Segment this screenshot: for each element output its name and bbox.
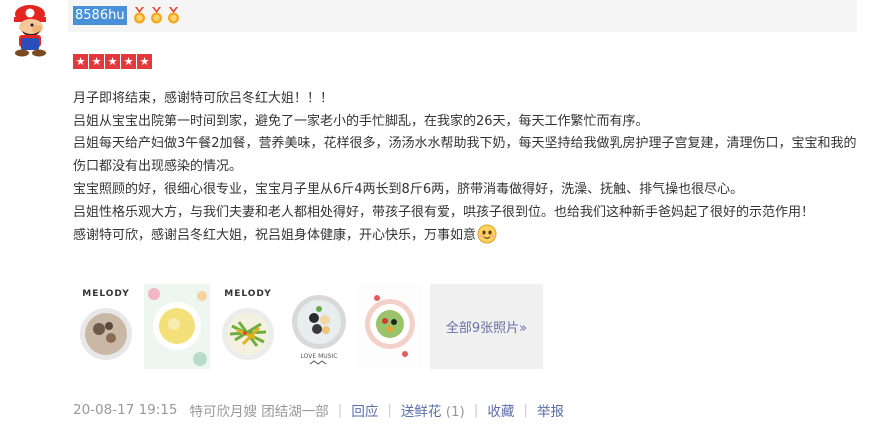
review-paragraph: 月子即将结束，感谢特可欣吕冬红大姐！！！ [73, 91, 334, 106]
review-paragraph: 吕姐每天给产妇做3午餐2加餐，营养美味，花样很多，汤汤水水帮助我下奶，每天坚持给… [73, 136, 857, 175]
review-text: 月子即将结束，感谢特可欣吕冬红大姐！！！ 吕姐从宝宝出院第一时间到家，避免了一家… [73, 88, 863, 248]
star-icon: ★ [73, 54, 88, 69]
divider: | [523, 402, 528, 418]
star-icon: ★ [105, 54, 120, 69]
flowers-count: (1) [445, 404, 465, 420]
photo-thumbnail[interactable]: LOVE MUSIC [286, 284, 352, 369]
smile-emoji-icon [477, 224, 497, 244]
photo-gallery: MELODY MELODY LOVE MUSIC 全部9张照片» [73, 284, 543, 369]
star-rating: ★ ★ ★ ★ ★ [73, 54, 152, 69]
send-flowers-label: 送鲜花 [400, 404, 442, 420]
star-icon: ★ [121, 54, 136, 69]
photo-label: MELODY [82, 289, 130, 299]
review-paragraph: 吕姐性格乐观大方，与我们夫妻和老人都相处得好，带孩子很有爱，哄孩子很到位。也给我… [73, 204, 815, 220]
photo-thumbnail[interactable]: MELODY [215, 284, 281, 369]
username[interactable]: 8586hu [73, 6, 127, 25]
mario-avatar-icon [9, 5, 51, 57]
review-header: 8586hu [68, 0, 857, 32]
medal-icon [168, 7, 179, 24]
favorite-button[interactable]: 收藏 [487, 400, 514, 420]
reply-button[interactable]: 回应 [351, 400, 378, 420]
vegetables-photo-icon: MELODY [215, 284, 281, 369]
report-button[interactable]: 举报 [537, 400, 564, 420]
soup-photo-icon: MELODY [73, 284, 139, 369]
photo-label: LOVE MUSIC [301, 353, 338, 360]
photo-thumbnail[interactable]: MELODY [73, 284, 139, 369]
dumplings-photo-icon: LOVE MUSIC [286, 284, 352, 369]
medal-icon [134, 7, 145, 24]
divider: | [337, 402, 343, 418]
medal-group [132, 7, 181, 24]
review-paragraph: 感谢特可欣，感谢吕冬红大姐，祝吕姐身体健康，开心快乐，万事如意 [73, 228, 477, 244]
review-footer: 20-08-17 19:15 特可欣月嫂 团结湖一部 | 回应 | 送鲜花 (1… [73, 400, 564, 420]
divider: | [387, 402, 392, 418]
porridge-photo-icon [144, 284, 210, 369]
photo-thumbnail[interactable] [144, 284, 210, 369]
view-all-photos-button[interactable]: 全部9张照片» [430, 284, 543, 369]
send-flowers-button[interactable]: 送鲜花 (1) [401, 400, 465, 420]
review-paragraph-last: 感谢特可欣，感谢吕冬红大姐，祝吕姐身体健康，开心快乐，万事如意 [73, 224, 863, 248]
star-icon: ★ [89, 54, 104, 69]
review-author[interactable]: 特可欣月嫂 团结湖一部 [189, 400, 328, 420]
medal-icon [151, 7, 162, 24]
avatar[interactable] [4, 2, 56, 58]
review-paragraph: 宝宝照顾的好，很细心很专业，宝宝月子里从6斤4两长到8斤6两，脐带消毒做得好，洗… [73, 181, 744, 197]
divider: | [473, 402, 479, 418]
fruit-bowl-photo-icon [357, 284, 423, 369]
review-timestamp: 20-08-17 19:15 [73, 402, 178, 418]
review-paragraph: 吕姐从宝宝出院第一时间到家，避免了一家老小的手忙脚乱，在我家的26天，每天工作繁… [73, 113, 649, 129]
photo-label: MELODY [224, 289, 272, 299]
photo-thumbnail[interactable] [357, 284, 423, 369]
star-icon: ★ [137, 54, 152, 69]
